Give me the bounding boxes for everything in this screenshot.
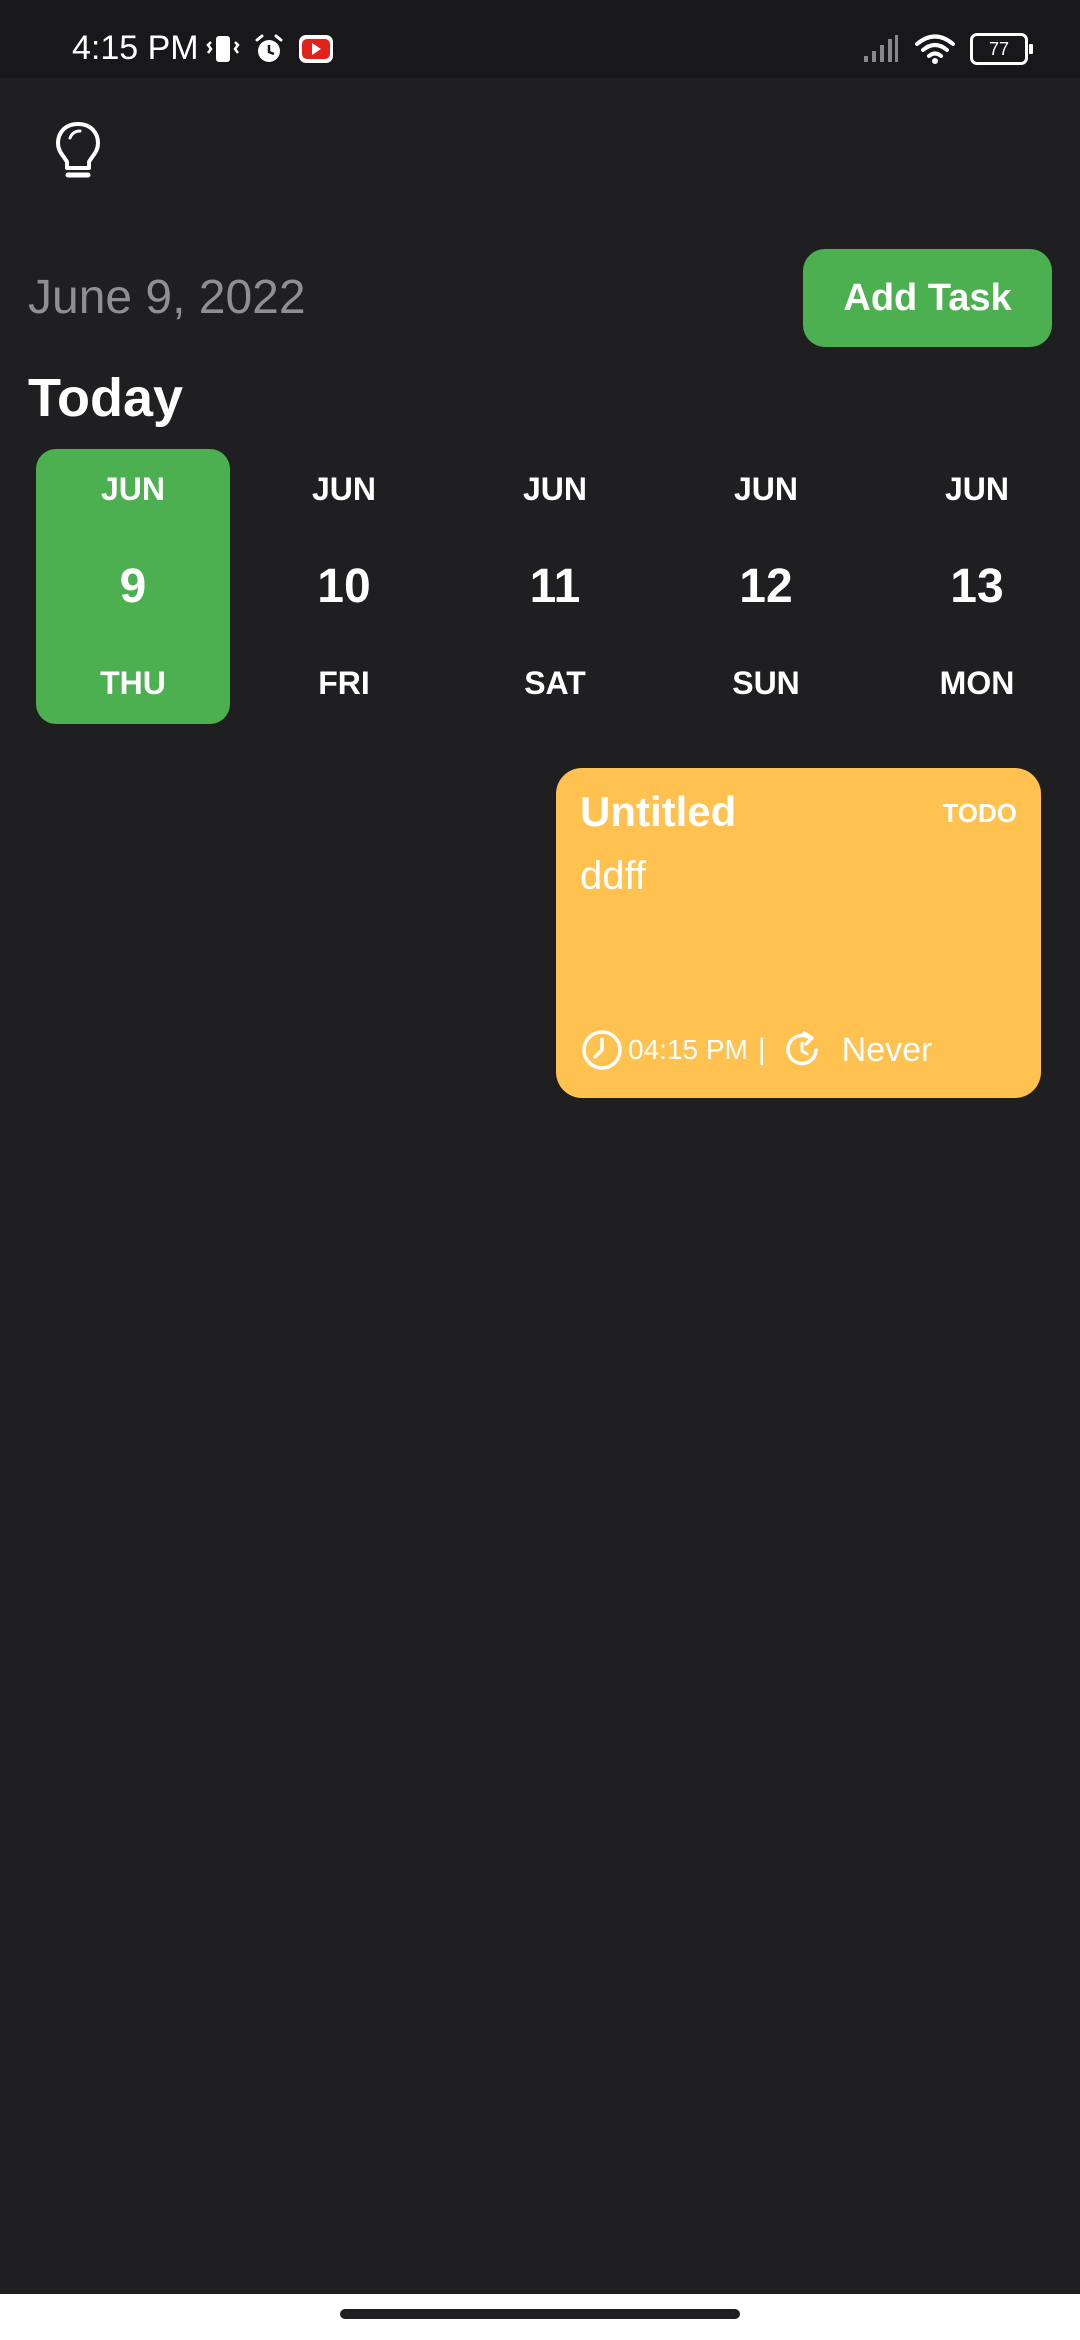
- date-weekday: THU: [100, 665, 166, 701]
- date-item-jun-11[interactable]: JUN 11 SAT: [458, 449, 652, 724]
- date-item-jun-10[interactable]: JUN 10 FRI: [247, 449, 441, 724]
- date-item-jun-13[interactable]: JUN 13 MON: [880, 449, 1074, 724]
- alarm-icon: [255, 34, 283, 62]
- cellular-signal-icon: [864, 35, 898, 62]
- task-repeat: Never: [841, 1030, 933, 1069]
- add-task-button[interactable]: Add Task: [803, 249, 1052, 347]
- task-separator: |: [757, 1033, 766, 1066]
- task-time: 04:15 PM: [628, 1034, 748, 1065]
- status-bar: 4:15 PM 77: [0, 0, 1080, 78]
- date-day: 9: [119, 560, 147, 613]
- task-status-badge: TODO: [942, 798, 1017, 828]
- date-item-jun-12[interactable]: JUN 12 SUN: [669, 449, 863, 724]
- clock-icon: [582, 1030, 622, 1070]
- task-note: ddff: [580, 854, 646, 898]
- date-day: 13: [950, 560, 1004, 613]
- navigation-bar: [0, 2294, 1080, 2340]
- date-weekday: SUN: [732, 665, 800, 701]
- date-weekday: SAT: [524, 665, 586, 701]
- date-month: JUN: [100, 471, 165, 507]
- date-item-jun-9[interactable]: JUN 9 THU: [36, 449, 230, 724]
- today-heading: Today: [28, 368, 184, 428]
- status-icons-left: [206, 28, 334, 70]
- lightbulb-icon[interactable]: [50, 120, 106, 184]
- status-icons-right: 77: [862, 28, 1033, 70]
- battery-icon: 77: [970, 33, 1033, 65]
- repeat-icon: [785, 1031, 818, 1066]
- date-month: JUN: [944, 471, 1009, 507]
- date-month: JUN: [733, 471, 798, 507]
- home-indicator[interactable]: [340, 2309, 740, 2319]
- youtube-icon: [299, 35, 333, 63]
- task-title: Untitled: [580, 788, 737, 835]
- task-card[interactable]: Untitled TODO ddff 04:15 PM | Never: [556, 768, 1041, 1098]
- vibrate-icon: [206, 36, 240, 62]
- task-footer: 04:15 PM | Never: [580, 1026, 932, 1074]
- date-month: JUN: [522, 471, 587, 507]
- date-month: JUN: [311, 471, 376, 507]
- wifi-icon: [915, 34, 955, 64]
- date-day: 12: [739, 560, 793, 613]
- date-day: 11: [529, 560, 581, 613]
- date-weekday: FRI: [318, 665, 370, 701]
- status-time: 4:15 PM: [72, 29, 199, 67]
- date-weekday: MON: [939, 665, 1015, 701]
- current-date: June 9, 2022: [28, 271, 306, 324]
- date-day: 10: [317, 560, 371, 613]
- date-picker-strip[interactable]: JUN 9 THU JUN 10 FRI JUN 11 SAT JUN 12 S…: [36, 449, 1052, 724]
